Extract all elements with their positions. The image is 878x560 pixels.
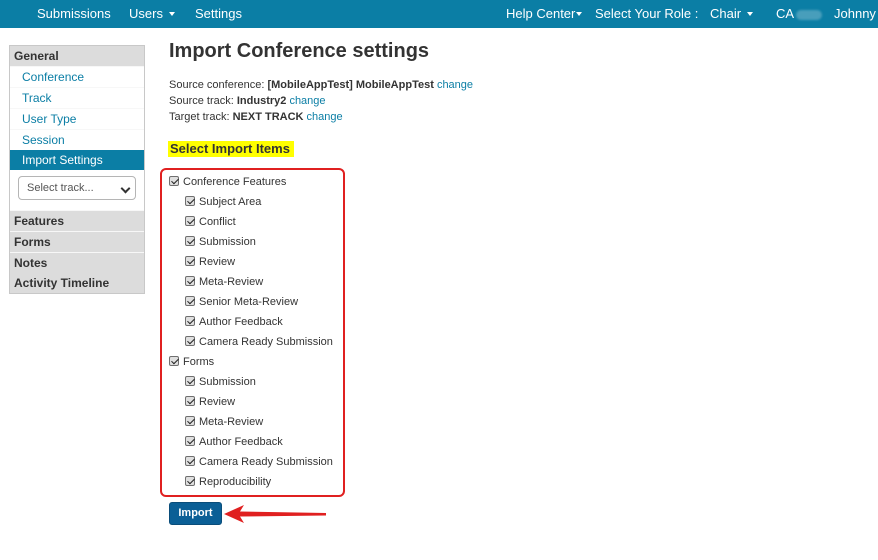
checkbox-label: Author Feedback [199, 316, 283, 328]
source-conference-label: Source conference: [169, 79, 268, 91]
sidebar-item-user-type[interactable]: User Type [10, 109, 144, 129]
nav-conference[interactable]: CA [776, 0, 823, 28]
checkbox-label: Senior Meta-Review [199, 296, 299, 308]
settings-sidebar: General Conference Track User Type Sessi… [9, 45, 145, 294]
nav-submissions-label: Submissions [37, 6, 111, 21]
checkbox-checked-icon [185, 256, 195, 267]
target-track-value: NEXT TRACK [232, 111, 304, 123]
chevron-down-icon [120, 183, 131, 194]
sidebar-section-forms[interactable]: Forms [10, 232, 144, 252]
target-track-line: Target track: NEXT TRACK change [169, 111, 343, 123]
checkbox-checked-icon [185, 396, 195, 407]
sidebar-section-notes[interactable]: Notes [10, 253, 144, 273]
source-conference-line: Source conference: [MobileAppTest] Mobil… [169, 79, 473, 91]
track-select-placeholder: Select track... [27, 182, 94, 194]
select-import-items-heading: Select Import Items [168, 141, 294, 157]
sidebar-item-import-settings[interactable]: Import Settings [10, 150, 144, 170]
track-select[interactable]: Select track... [18, 176, 136, 200]
checkbox-label: Reproducibility [199, 476, 272, 488]
checkbox-form-author-feedback[interactable]: Author Feedback [185, 435, 283, 449]
redacted-text [796, 9, 823, 20]
checkbox-checked-icon [169, 176, 179, 187]
checkbox-label: Review [199, 256, 236, 268]
checkbox-label: Meta-Review [199, 416, 264, 428]
checkbox-checked-icon [185, 296, 195, 307]
source-track-value: Industry2 [236, 95, 287, 107]
sidebar-item-track[interactable]: Track [10, 88, 144, 108]
nav-settings[interactable]: Settings [195, 0, 242, 28]
chevron-down-icon [576, 11, 583, 16]
checkbox-checked-icon [185, 276, 195, 287]
checkbox-label: Conference Features [183, 176, 287, 188]
checkbox-checked-icon [185, 236, 195, 247]
checkbox-checked-icon [185, 196, 195, 207]
checkbox-label: Forms [183, 356, 215, 368]
checkbox-label: Submission [199, 236, 256, 248]
checkbox-senior-meta-review[interactable]: Senior Meta-Review [185, 295, 298, 309]
nav-users-label: Users [129, 6, 163, 21]
source-conference-value: [MobileAppTest] MobileAppTest [267, 79, 434, 91]
nav-role-value: Chair [710, 6, 742, 21]
checkbox-label: Review [199, 396, 236, 408]
checkbox-form-meta-review[interactable]: Meta-Review [185, 415, 263, 429]
checkbox-checked-icon [185, 336, 195, 347]
checkbox-forms[interactable]: Forms [169, 355, 214, 369]
checkbox-cf-submission[interactable]: Submission [185, 235, 256, 249]
checkbox-label: Submission [199, 376, 256, 388]
page-title: Import Conference settings [169, 40, 430, 62]
nav-submissions[interactable]: Submissions [37, 0, 111, 28]
nav-help-center-label: Help Center [506, 6, 576, 21]
import-button[interactable]: Import [169, 502, 222, 525]
checkbox-cf-author-feedback[interactable]: Author Feedback [185, 315, 283, 329]
checkbox-form-camera-ready[interactable]: Camera Ready Submission [185, 455, 333, 469]
sidebar-item-conference[interactable]: Conference [10, 67, 144, 87]
change-source-conference-link[interactable]: change [437, 79, 473, 91]
sidebar-item-session[interactable]: Session [10, 130, 144, 150]
checkbox-form-reproducibility[interactable]: Reproducibility [185, 475, 271, 489]
checkbox-form-review[interactable]: Review [185, 395, 235, 409]
nav-settings-label: Settings [195, 6, 242, 21]
nav-user-menu[interactable]: Johnny [834, 0, 876, 28]
chevron-down-icon [747, 11, 754, 16]
nav-user-name: Johnny [834, 6, 876, 21]
nav-role-label: Select Your Role : [595, 6, 699, 21]
sidebar-section-activity-timeline[interactable]: Activity Timeline [10, 273, 144, 293]
checkbox-label: Meta-Review [199, 276, 264, 288]
checkbox-label: Camera Ready Submission [199, 336, 333, 348]
target-track-label: Target track: [169, 111, 233, 123]
checkbox-form-submission[interactable]: Submission [185, 375, 256, 389]
checkbox-checked-icon [185, 216, 195, 227]
change-target-track-link[interactable]: change [307, 111, 343, 123]
checkbox-cf-meta-review[interactable]: Meta-Review [185, 275, 263, 289]
checkbox-checked-icon [185, 416, 195, 427]
checkbox-checked-icon [185, 436, 195, 447]
sidebar-section-features[interactable]: Features [10, 211, 144, 231]
nav-help-center[interactable]: Help Center [506, 0, 583, 28]
checkbox-checked-icon [185, 316, 195, 327]
checkbox-checked-icon [169, 356, 179, 367]
checkbox-checked-icon [185, 456, 195, 467]
checkbox-cf-camera-ready[interactable]: Camera Ready Submission [185, 335, 333, 349]
top-navbar: Submissions Users Settings Help Center S… [0, 0, 878, 28]
nav-role-select[interactable]: Chair [710, 0, 754, 28]
source-track-label: Source track: [169, 95, 237, 107]
chevron-down-icon [168, 11, 175, 16]
source-track-line: Source track: Industry2 change [169, 95, 326, 107]
checkbox-conference-features[interactable]: Conference Features [169, 175, 286, 189]
checkbox-cf-review[interactable]: Review [185, 255, 235, 269]
checkbox-label: Camera Ready Submission [199, 456, 333, 468]
checkbox-label: Subject Area [199, 196, 262, 208]
annotation-arrow-icon [224, 505, 326, 523]
nav-conference-abbrev: CA [776, 6, 795, 21]
nav-users[interactable]: Users [129, 0, 175, 28]
change-source-track-link[interactable]: change [289, 95, 325, 107]
checkbox-conflict[interactable]: Conflict [185, 215, 236, 229]
checkbox-checked-icon [185, 476, 195, 487]
sidebar-section-general[interactable]: General [10, 46, 144, 66]
checkbox-label: Author Feedback [199, 436, 283, 448]
checkbox-subject-area[interactable]: Subject Area [185, 195, 261, 209]
checkbox-label: Conflict [199, 216, 236, 228]
checkbox-checked-icon [185, 376, 195, 387]
track-select-wrapper: Select track... [10, 170, 144, 210]
